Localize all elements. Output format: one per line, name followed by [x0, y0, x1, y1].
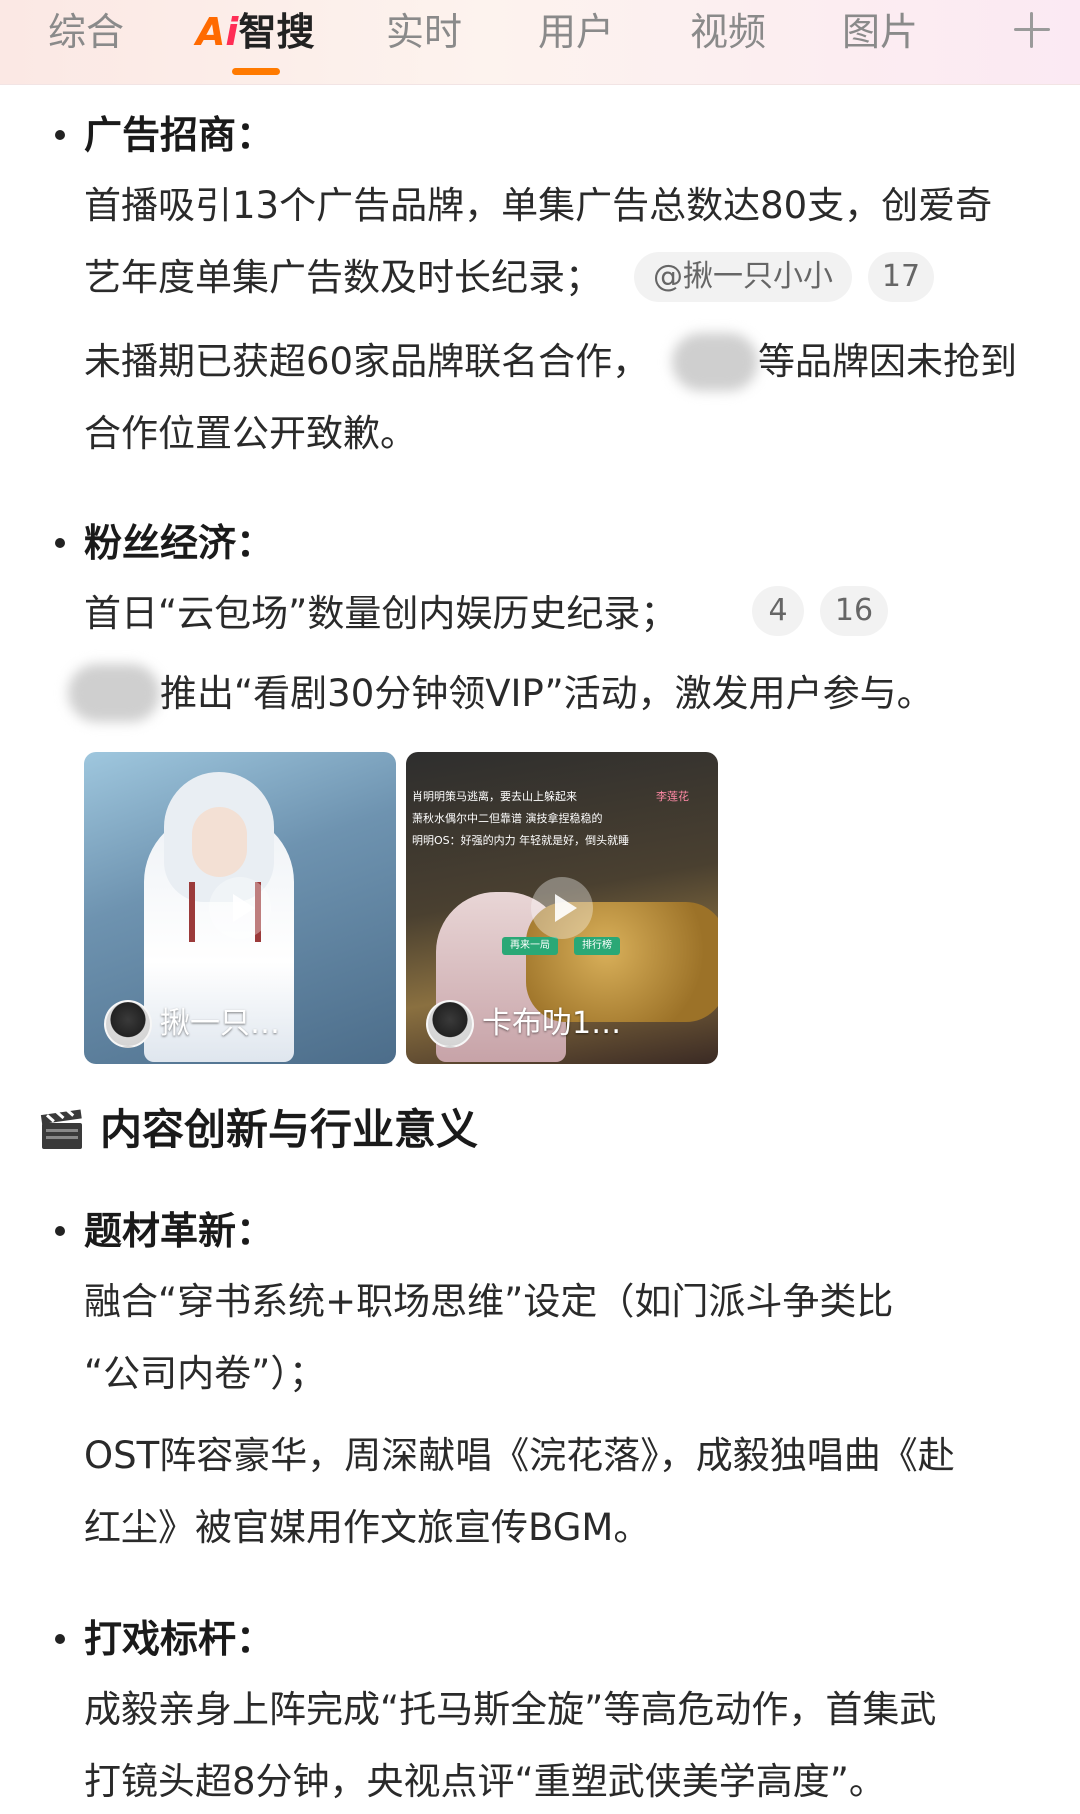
blurred-brand [672, 333, 758, 391]
ads-line-1: 首播吸引13个广告品牌，单集广告总数达80支，创爱奇 [84, 184, 993, 227]
overlay-replay-button: 再来一局 [502, 937, 558, 955]
ads-line-3-after: 等品牌因未抢到 [758, 340, 1017, 383]
blurred-brand [68, 664, 160, 722]
ads-line-2: 艺年度单集广告数及时长纪录； [84, 256, 602, 299]
ads-heading: 广告招商： [84, 113, 275, 157]
source-chip-4[interactable]: 4 [752, 586, 804, 636]
tab-comprehensive[interactable]: 综合 [48, 8, 124, 56]
play-icon[interactable] [209, 877, 271, 939]
overlay-ranking-button: 排行榜 [574, 937, 620, 955]
video-card[interactable]: 肖明明策马逃离，要去山上躲起来 萧秋水偶尔中二但靠谱 演技拿捏稳稳的 明明OS：… [406, 752, 718, 1064]
ai-tab-label: 智搜 [238, 10, 315, 54]
topic-line-1: 融合“穿书系统+职场思维”设定（如门派斗争类比 [84, 1280, 894, 1323]
tab-images[interactable]: 图片 [842, 8, 918, 56]
topic-line-2: “公司内卷”）； [84, 1352, 326, 1395]
ads-line-4: 合作位置公开致歉。 [84, 412, 417, 455]
ads-line-3-before: 未播期已获超60家品牌联名合作， [84, 340, 650, 383]
ai-logo-i: i [225, 10, 239, 54]
tab-ai-search[interactable]: Ai智搜 [196, 8, 314, 56]
topic-heading: 题材革新： [84, 1209, 275, 1253]
video-overlay-text: 萧秋水偶尔中二但靠谱 演技拿捏稳稳的 [412, 812, 603, 825]
topic-line-3: OST阵容豪华，周深献唱《浣花落》，成毅独唱曲《赴 [84, 1434, 955, 1477]
video-card[interactable]: 揪一只… [84, 752, 396, 1064]
section-title: 内容创新与行业意义 [100, 1105, 479, 1154]
fans-heading: 粉丝经济： [84, 521, 275, 565]
top-tab-bar: 综合 Ai智搜 实时 用户 视频 图片 [0, 0, 1080, 85]
video-overlay-text: 明明OS：好强的内力 年轻就是好，倒头就睡 [412, 834, 630, 847]
action-line-2: 打镜头超8分钟，央视点评“重塑武侠美学高度”。 [84, 1760, 886, 1803]
source-chip-16[interactable]: 16 [820, 586, 888, 636]
action-heading: 打戏标杆： [84, 1617, 275, 1661]
tab-realtime[interactable]: 实时 [386, 8, 462, 56]
video-author: 卡布叻1… [482, 1006, 622, 1041]
avatar [426, 1000, 474, 1048]
bullet [55, 538, 65, 548]
action-line-1: 成毅亲身上阵完成“托马斯全旋”等高危动作，首集武 [84, 1688, 937, 1731]
source-chip-count[interactable]: 17 [868, 252, 934, 302]
fans-line-2: 推出“看剧30分钟领VIP”活动，激发用户参与。 [160, 672, 934, 715]
fans-line-1: 首日“云包场”数量创内娱历史纪录； [84, 592, 678, 635]
avatar [104, 1000, 152, 1048]
video-overlay-tag: 李莲花 [656, 790, 689, 803]
bullet [55, 1226, 65, 1236]
source-chip-author[interactable]: @揪一只小小 [634, 252, 852, 302]
video-author: 揪一只… [160, 1006, 280, 1041]
tab-videos[interactable]: 视频 [690, 8, 766, 56]
bullet [55, 1634, 65, 1644]
tab-users[interactable]: 用户 [538, 8, 614, 56]
video-thumbnail-face [192, 807, 247, 877]
play-icon[interactable] [531, 877, 593, 939]
topic-line-4: 红尘》被官媒用作文旅宣传BGM。 [84, 1506, 651, 1549]
plus-icon[interactable] [1010, 8, 1054, 52]
bullet [55, 130, 65, 140]
ai-logo-a: A [196, 10, 226, 54]
clapper-icon [40, 1108, 84, 1151]
active-tab-indicator [232, 68, 280, 75]
